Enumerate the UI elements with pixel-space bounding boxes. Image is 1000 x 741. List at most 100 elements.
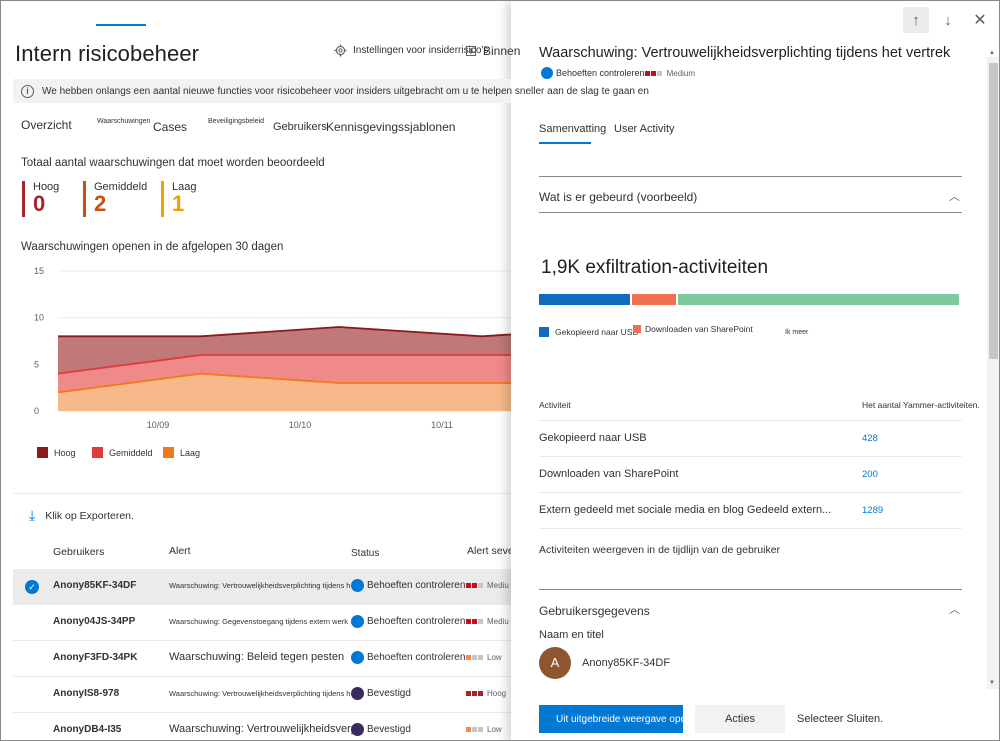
banner-text: We hebben onlangs een aantal nieuwe func… — [42, 85, 649, 97]
severity-bar-icon — [466, 727, 471, 732]
table-row[interactable]: AnonyDB4-I35 Waarschuwing: Vertrouwelijk… — [13, 713, 513, 740]
legend-label-high: Hoog — [54, 447, 76, 458]
user-cell: AnonyIS8-978 — [53, 688, 120, 699]
scrollbar-thumb[interactable] — [989, 63, 998, 359]
activity-count-link[interactable]: 428 — [862, 433, 878, 444]
x-tick-label: 10/09 — [147, 420, 170, 430]
severity-cell: Mediu — [466, 581, 509, 590]
medium-severity-count: Gemiddeld 2 — [83, 181, 147, 217]
section-what-happened[interactable]: Wat is er gebeurd (voorbeeld) — [539, 190, 697, 204]
column-header-severity[interactable]: Alert seve — [467, 545, 514, 557]
chart-title: Waarschuwingen openen in de afgelopen 30… — [21, 241, 284, 253]
export-button[interactable]: ⤓ Klik op Exporteren. — [29, 507, 134, 524]
bar-segment — [678, 294, 959, 305]
severity-bar-icon — [478, 619, 483, 624]
user-name: Anony85KF-34DF — [582, 657, 671, 669]
section-user-details[interactable]: Gebruikersgegevens — [539, 604, 650, 618]
close-icon: ✕ — [973, 12, 987, 29]
binnen-button[interactable]: Binnen — [465, 44, 520, 58]
status-cell: Bevestigd — [351, 723, 411, 736]
name-title-label: Naam en titel — [539, 629, 604, 641]
column-header-users[interactable]: Gebruikers — [53, 546, 104, 558]
tab-policies[interactable]: Beveiligingsbeleid — [208, 118, 264, 125]
activity-count-link[interactable]: 1289 — [862, 505, 883, 516]
view-timeline-link[interactable]: Activiteiten weergeven in de tijdlijn va… — [539, 544, 780, 556]
activity-row[interactable]: Extern gedeeld met sociale media en blog… — [539, 493, 962, 529]
legend-label-low: Laag — [180, 447, 201, 458]
severity-cell: Mediu — [466, 617, 509, 626]
legend-item-medium: Gemiddeld — [92, 447, 153, 458]
column-header-alert[interactable]: Alert — [169, 545, 191, 557]
avatar: A — [539, 647, 571, 679]
tab-templates[interactable]: Kennisgevingssjablonen — [326, 120, 455, 134]
table-row[interactable]: AnonyF3FD-34PK Waarschuwing: Beleid tege… — [13, 641, 513, 677]
open-expanded-view-label: Uit uitgebreide weergave openen — [556, 713, 683, 725]
activity-row[interactable]: Gekopieerd naar USB 428 — [539, 421, 962, 457]
open-expanded-view-button[interactable]: Uit uitgebreide weergave openen — [539, 705, 683, 733]
chevron-up-icon[interactable]: ︿ — [949, 188, 960, 204]
column-header-activity: Activiteit — [539, 400, 571, 410]
divider — [539, 176, 962, 177]
table-row[interactable]: ✓ Anony85KF-34DF Waarschuwing: Vertrouwe… — [13, 569, 513, 605]
download-icon: ⤓ — [29, 507, 36, 523]
severity-bar-icon — [472, 619, 477, 624]
chevron-up-icon[interactable]: ︿ — [949, 601, 960, 617]
previous-item-button[interactable]: ↑ — [903, 7, 929, 33]
bar-legend-label-more: Ik meer — [785, 329, 809, 336]
close-text-button[interactable]: Selecteer Sluiten. — [797, 713, 883, 725]
activity-row[interactable]: Downloaden van SharePoint 200 — [539, 457, 962, 493]
severity-bar-icon — [466, 583, 471, 588]
legend-swatch-high — [37, 447, 48, 458]
table-row[interactable]: AnonyIS8-978 Waarschuwing: Vertrouwelijk… — [13, 677, 513, 713]
alerts-area-chart: 15 10 5 0 10/09 10/10 10/11 — [34, 266, 513, 430]
panel-status-label: Behoeften controleren — [556, 68, 645, 78]
info-banner: i We hebben onlangs een aantal nieuwe fu… — [13, 79, 649, 103]
legend-swatch-usb — [539, 327, 549, 337]
panel-status: Behoeften controleren Medium — [541, 67, 695, 79]
status-dot-icon — [351, 615, 364, 628]
low-severity-count: Laag 1 — [161, 181, 196, 217]
next-item-button[interactable]: ↓ — [935, 7, 961, 33]
column-header-status[interactable]: Status — [351, 548, 379, 559]
y-tick-label: 15 — [34, 266, 44, 276]
checkmark-icon[interactable]: ✓ — [25, 580, 39, 594]
status-cell: Behoeften controleren — [351, 579, 465, 592]
tab-cases[interactable]: Cases — [153, 120, 187, 134]
severity-bar-icon — [644, 70, 650, 76]
table-row[interactable]: Anony04JS-34PP Waarschuwing: Gegevenstoe… — [13, 605, 513, 641]
activity-count-link[interactable]: 200 — [862, 469, 878, 480]
user-cell: AnonyF3FD-34PK — [53, 652, 138, 663]
tab-users[interactable]: Gebruikers — [273, 121, 327, 133]
status-label: Bevestigd — [367, 688, 411, 699]
column-header-count: Het aantal Yammer-activiteiten. — [862, 400, 980, 410]
severity-bar-icon — [478, 583, 483, 588]
arrow-up-icon: ↑ — [912, 11, 920, 29]
bar-legend-usb: Gekopieerd naar USB — [539, 327, 638, 337]
tab-summary[interactable]: Samenvatting — [539, 123, 606, 135]
severity-bar-icon — [466, 619, 471, 624]
tab-overview[interactable]: Overzicht — [21, 118, 72, 132]
severity-bar-icon — [650, 70, 656, 76]
legend-label-medium: Gemiddeld — [109, 447, 153, 458]
bar-legend-more: Ik meer — [785, 329, 808, 336]
tab-alerts[interactable]: Waarschuwingen — [97, 118, 150, 125]
total-alerts-label: Totaal aantal waarschuwingen dat moet wo… — [21, 157, 325, 169]
x-tick-label: 10/11 — [431, 420, 453, 430]
tab-user-activity[interactable]: User Activity — [614, 123, 675, 135]
actions-label: Acties — [725, 713, 755, 725]
x-tick-label: 10/10 — [289, 420, 312, 430]
legend-swatch-low — [163, 447, 174, 458]
close-button[interactable]: ✕ — [967, 7, 993, 33]
actions-button[interactable]: Acties — [695, 705, 785, 733]
scroll-up-icon[interactable]: ▲ — [989, 50, 995, 56]
panel-title: Waarschuwing: Vertrouwelijkheidsverplich… — [539, 45, 951, 61]
y-tick-label: 10 — [34, 313, 44, 323]
panel-severity-label: Medium — [666, 68, 696, 78]
scroll-down-icon[interactable]: ▼ — [989, 680, 995, 686]
activity-name: Gekopieerd naar USB — [539, 432, 647, 444]
severity-bar-icon — [466, 691, 471, 696]
export-label: Klik op Exporteren. — [45, 509, 134, 522]
medium-value: 2 — [94, 191, 107, 216]
bar-legend-label-sharepoint: Downloaden van SharePoint — [645, 324, 753, 334]
status-dot-icon — [351, 723, 364, 736]
